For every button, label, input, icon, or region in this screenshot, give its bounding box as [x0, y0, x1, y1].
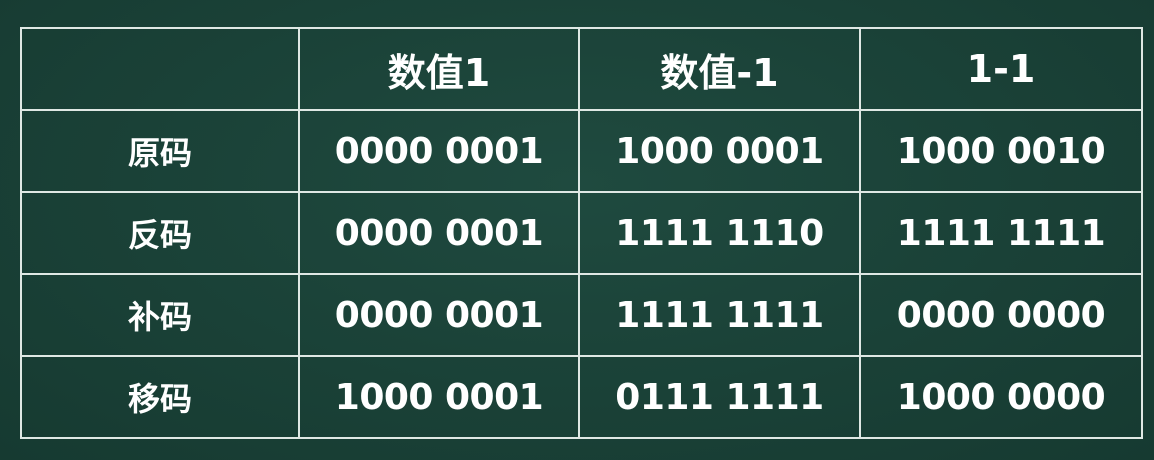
- table-cell: 0000 0001: [298, 109, 580, 193]
- header-1-minus-1: 1-1: [859, 27, 1143, 111]
- table-cell: 1111 1110: [578, 191, 861, 275]
- table-cell: 1111 1111: [578, 273, 861, 357]
- table-cell: 0000 0001: [298, 273, 580, 357]
- table-cell: 0000 0000: [859, 273, 1143, 357]
- table-cell: 1000 0001: [298, 355, 580, 439]
- row-label: 补码: [20, 273, 300, 357]
- table-cell: 0000 0001: [298, 191, 580, 275]
- corner-cell: [20, 27, 300, 111]
- row-label: 原码: [20, 109, 300, 193]
- table-cell: 1111 1111: [859, 191, 1143, 275]
- row-label: 反码: [20, 191, 300, 275]
- table-row-ones-complement: 反码 0000 0001 1111 1110 1111 1111: [20, 191, 1143, 275]
- header-value-minus-1: 数值-1: [578, 27, 861, 111]
- header-value-1: 数值1: [298, 27, 580, 111]
- row-label: 移码: [20, 355, 300, 439]
- table-cell: 1000 0000: [859, 355, 1143, 439]
- binary-encoding-table: 数值1 数值-1 1-1 原码 0000 0001 1000 0001 1000…: [20, 27, 1143, 439]
- table-cell: 1000 0010: [859, 109, 1143, 193]
- table-row-offset-binary: 移码 1000 0001 0111 1111 1000 0000: [20, 355, 1143, 439]
- table-row-twos-complement: 补码 0000 0001 1111 1111 0000 0000: [20, 273, 1143, 357]
- table-row-sign-magnitude: 原码 0000 0001 1000 0001 1000 0010: [20, 109, 1143, 193]
- slide-board: 数值1 数值-1 1-1 原码 0000 0001 1000 0001 1000…: [20, 27, 1143, 439]
- table-cell: 0111 1111: [578, 355, 861, 439]
- table-header-row: 数值1 数值-1 1-1: [20, 27, 1143, 111]
- table-cell: 1000 0001: [578, 109, 861, 193]
